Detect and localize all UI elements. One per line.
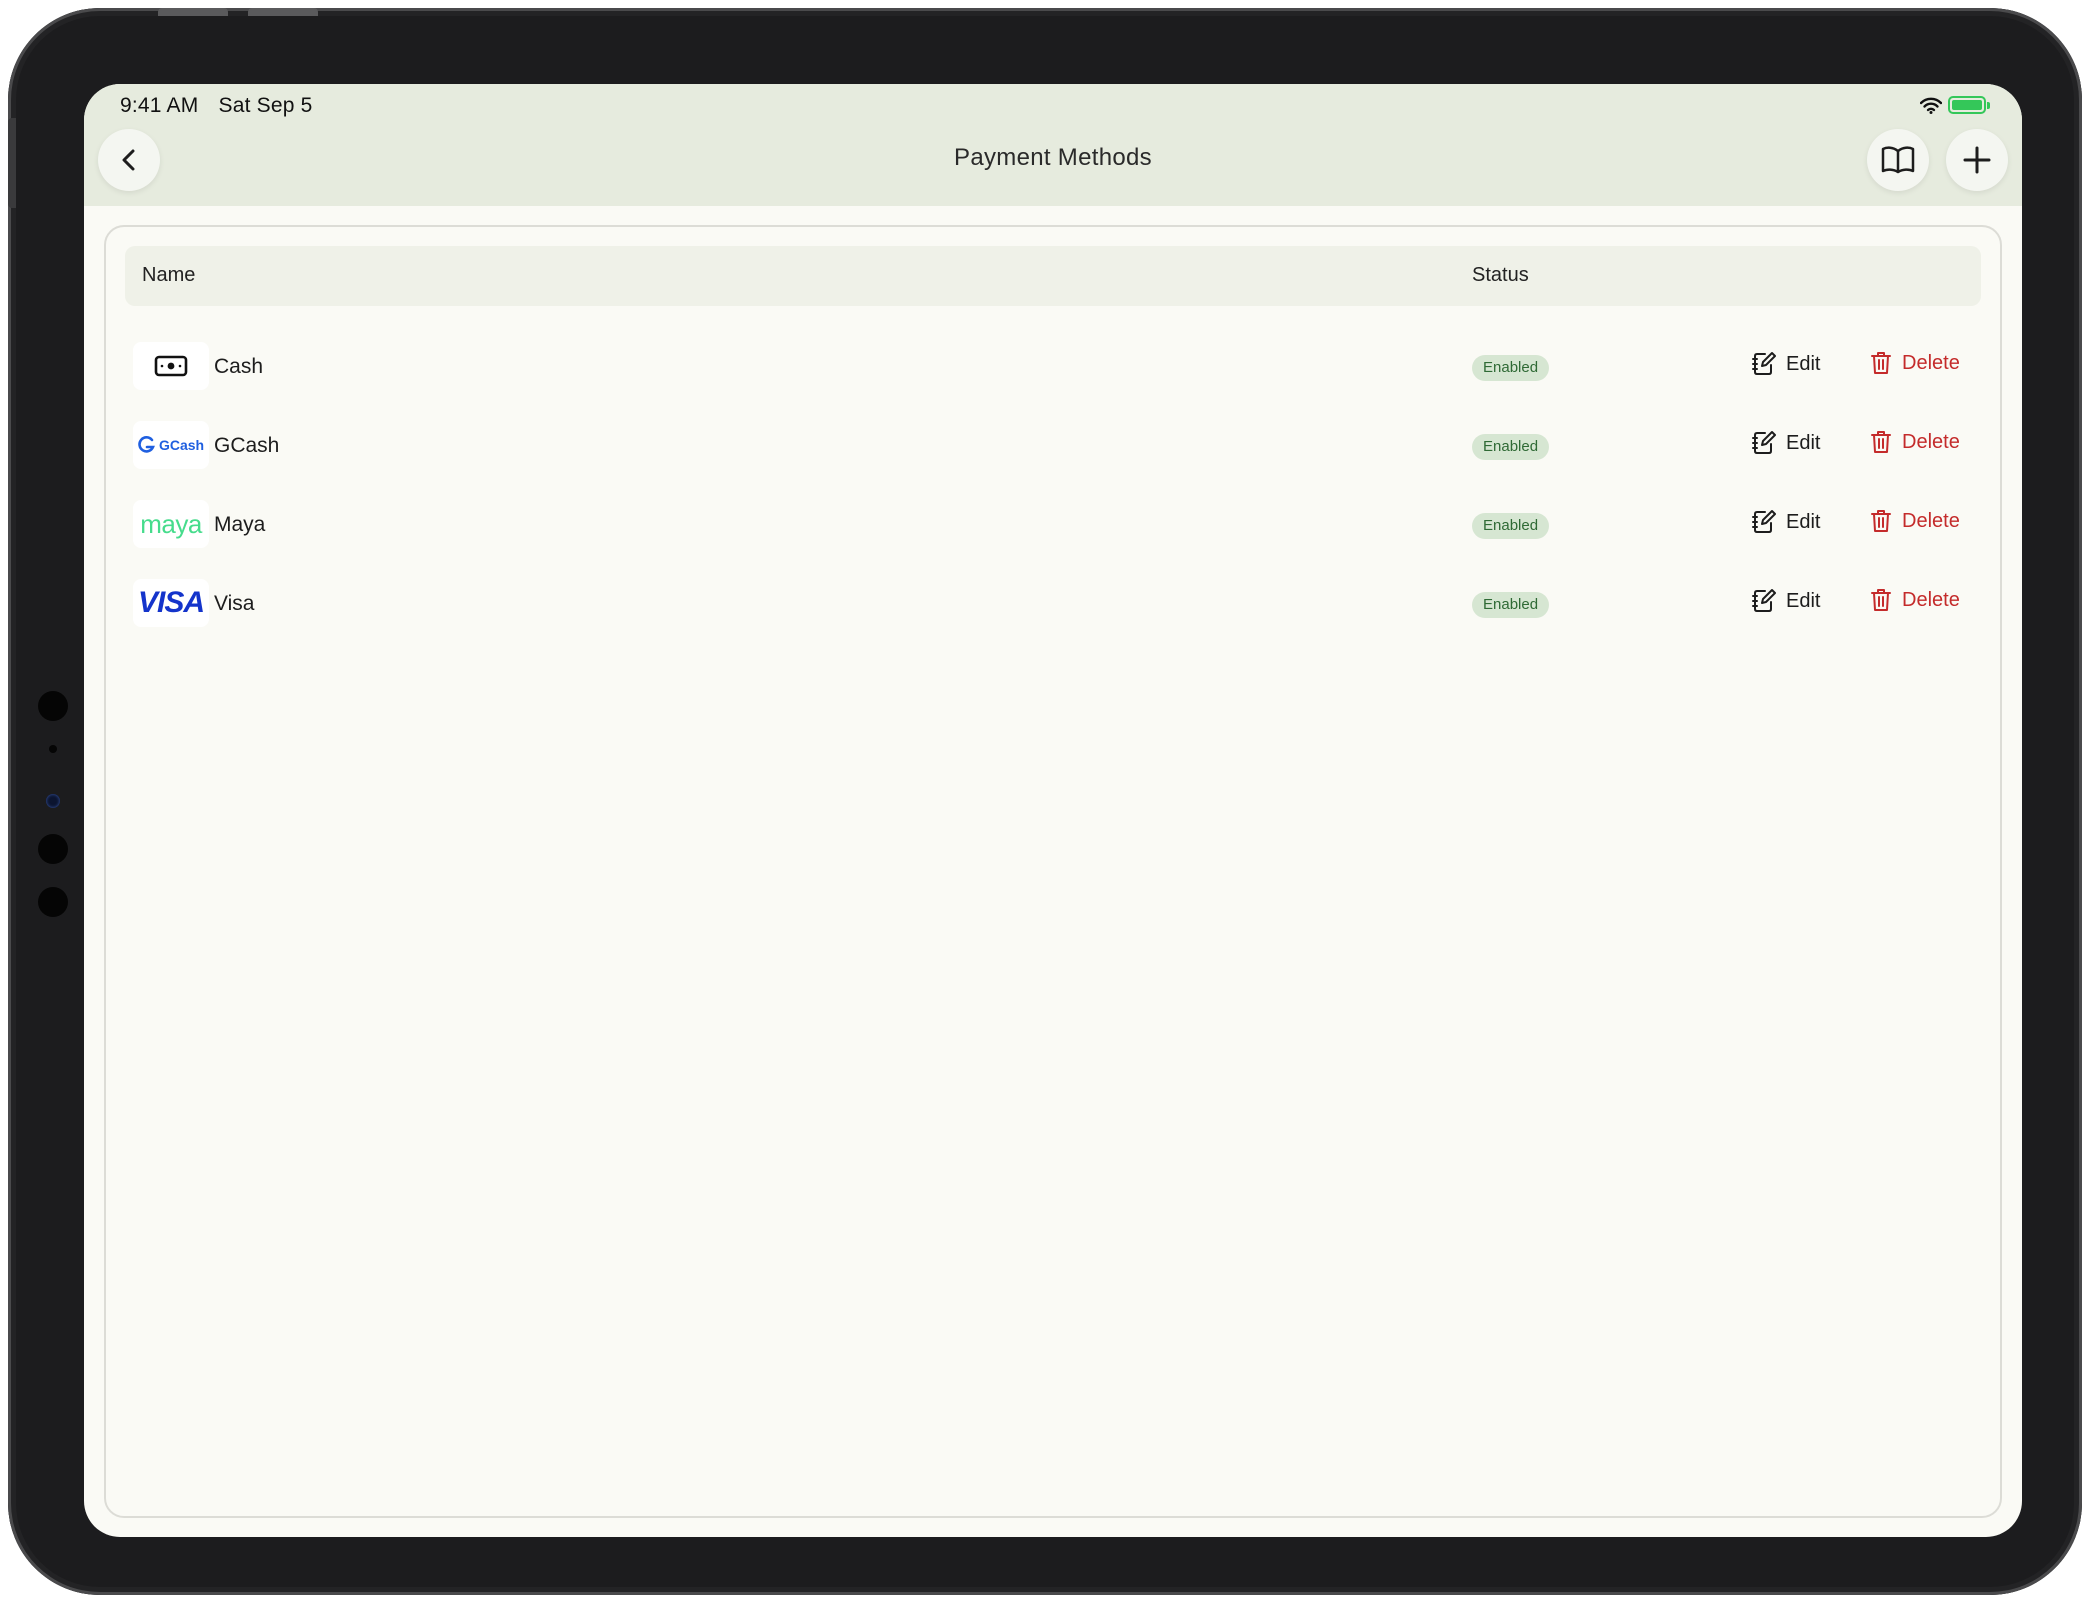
sensor-dot bbox=[49, 745, 57, 753]
edit-button[interactable]: Edit bbox=[1752, 509, 1820, 535]
edit-label: Edit bbox=[1786, 589, 1821, 612]
status-indicators bbox=[1920, 96, 1990, 114]
trash-icon bbox=[1871, 510, 1891, 532]
edit-icon bbox=[1752, 431, 1776, 454]
top-bar: 9:41 AM Sat Sep 5 Payment Methods bbox=[84, 84, 2022, 206]
trash-icon bbox=[1871, 352, 1891, 374]
guide-button[interactable] bbox=[1867, 129, 1929, 191]
trash-icon bbox=[1871, 431, 1891, 453]
table-row: GCash GCash Enabled Edit Delete bbox=[125, 415, 1981, 475]
add-button[interactable] bbox=[1946, 129, 2008, 191]
edit-button[interactable]: Edit bbox=[1752, 351, 1820, 377]
status-date: Sat Sep 5 bbox=[218, 94, 313, 117]
visa-wordmark: VISA bbox=[137, 586, 205, 619]
visa-logo: VISA bbox=[133, 579, 209, 627]
method-name: Maya bbox=[214, 513, 266, 536]
edit-button[interactable]: Edit bbox=[1752, 588, 1820, 614]
screen: 9:41 AM Sat Sep 5 Payment Methods Name S… bbox=[84, 84, 2022, 1537]
battery-icon bbox=[1948, 96, 1990, 114]
table-row: Cash Enabled Edit Delete bbox=[125, 336, 1981, 396]
edit-icon bbox=[1752, 510, 1776, 533]
volume-down-button bbox=[248, 8, 318, 16]
edit-icon bbox=[1752, 352, 1776, 375]
table-row: maya Maya Enabled Edit Delete bbox=[125, 494, 1981, 554]
gcash-logo: GCash bbox=[133, 421, 209, 469]
ipad-frame: 9:41 AM Sat Sep 5 Payment Methods Name S… bbox=[8, 8, 2082, 1595]
table-header: Name Status bbox=[125, 246, 1981, 306]
payment-methods-table: Name Status Cash Enabled Edit Delete GCa… bbox=[104, 225, 2002, 1518]
power-button bbox=[8, 118, 16, 208]
edit-button[interactable]: Edit bbox=[1752, 430, 1820, 456]
status-badge: Enabled bbox=[1472, 355, 1550, 381]
plus-icon bbox=[1963, 146, 1991, 174]
header-status: Status bbox=[1472, 264, 1529, 286]
header-name: Name bbox=[142, 264, 196, 286]
sensor-middle bbox=[38, 834, 68, 864]
wifi-icon bbox=[1920, 97, 1942, 114]
delete-label: Delete bbox=[1902, 351, 1960, 374]
delete-label: Delete bbox=[1902, 588, 1960, 611]
gcash-symbol-icon bbox=[138, 436, 155, 453]
page-title: Payment Methods bbox=[954, 144, 1152, 171]
method-name: GCash bbox=[214, 434, 280, 457]
cash-logo bbox=[133, 342, 209, 390]
delete-label: Delete bbox=[1902, 509, 1960, 532]
status-time: 9:41 AM bbox=[120, 94, 199, 117]
gcash-wordmark: GCash bbox=[158, 437, 205, 453]
status-bar: 9:41 AM Sat Sep 5 bbox=[120, 94, 313, 118]
maya-logo: maya bbox=[133, 500, 209, 548]
volume-up-button bbox=[158, 8, 228, 16]
delete-label: Delete bbox=[1902, 430, 1960, 453]
maya-wordmark: maya bbox=[140, 508, 202, 539]
edit-label: Edit bbox=[1786, 352, 1821, 375]
sensor-bottom bbox=[38, 887, 68, 917]
method-name: Visa bbox=[214, 592, 255, 615]
status-badge: Enabled bbox=[1472, 434, 1550, 460]
edit-icon bbox=[1752, 589, 1776, 612]
status-badge: Enabled bbox=[1472, 592, 1550, 618]
delete-button[interactable]: Delete bbox=[1870, 509, 1960, 533]
sensor-top bbox=[38, 691, 68, 721]
cash-icon bbox=[154, 355, 188, 377]
delete-button[interactable]: Delete bbox=[1870, 430, 1960, 454]
trash-icon bbox=[1871, 589, 1891, 611]
edit-label: Edit bbox=[1786, 510, 1821, 533]
delete-button[interactable]: Delete bbox=[1870, 351, 1960, 375]
delete-button[interactable]: Delete bbox=[1870, 588, 1960, 612]
book-icon bbox=[1881, 146, 1915, 174]
table-row: VISA Visa Enabled Edit Delete bbox=[125, 573, 1981, 633]
edit-label: Edit bbox=[1786, 431, 1821, 454]
method-name: Cash bbox=[214, 355, 264, 378]
status-badge: Enabled bbox=[1472, 513, 1550, 539]
front-camera bbox=[46, 794, 60, 808]
